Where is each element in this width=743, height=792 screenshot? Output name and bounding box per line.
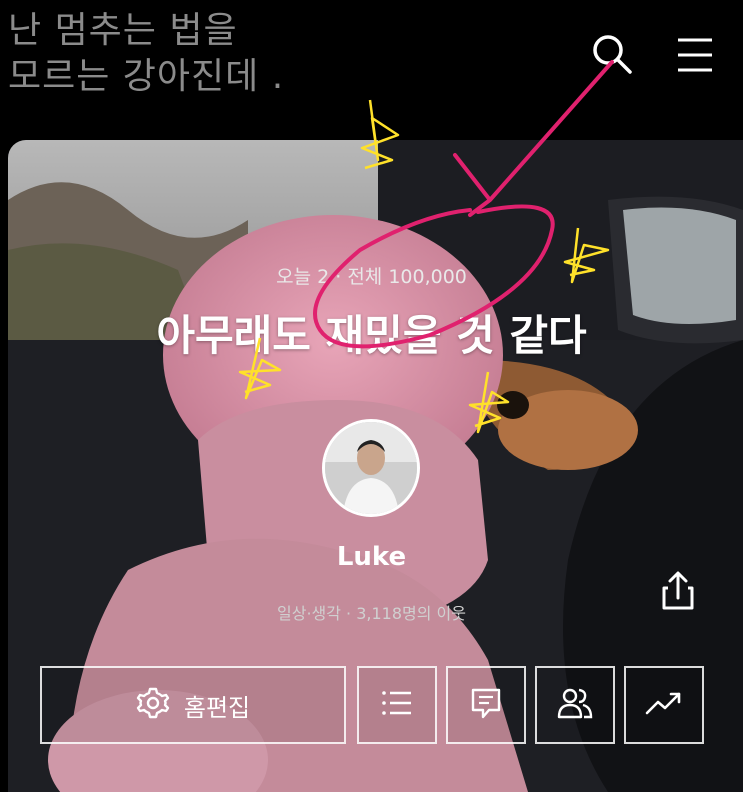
home-edit-button[interactable]: 홈편집 (40, 666, 346, 744)
post-title[interactable]: 아무래도 재밌을 것 같다 (0, 302, 743, 363)
guestbook-button[interactable] (446, 666, 526, 744)
nickname[interactable]: Luke (0, 542, 743, 572)
home-edit-label: 홈편집 (183, 693, 251, 722)
blog-subinfo: 일상·생각 · 3,118명의 이웃 (277, 604, 466, 623)
blog-title[interactable]: 난 멈추는 법을 모르는 강아진데 . (8, 8, 368, 100)
stats-icon (644, 685, 684, 725)
category-list-button[interactable] (357, 666, 437, 744)
avatar[interactable] (322, 419, 420, 517)
stats-button[interactable] (624, 666, 704, 744)
hamburger-menu-icon[interactable] (670, 30, 718, 78)
neighbors-icon (556, 685, 594, 725)
blog-title-line1: 난 멈추는 법을 (8, 10, 238, 51)
comment-icon (468, 685, 504, 725)
list-icon (379, 685, 415, 725)
visit-counter: 오늘 2 · 전체 100,000 (276, 266, 467, 288)
search-icon[interactable] (588, 30, 636, 78)
gear-icon (136, 686, 170, 724)
top-bar: 난 멈추는 법을 모르는 강아진데 . (0, 0, 743, 140)
blog-title-line2: 모르는 강아진데 . (8, 56, 285, 97)
share-icon[interactable] (655, 568, 701, 614)
neighbors-button[interactable] (535, 666, 615, 744)
